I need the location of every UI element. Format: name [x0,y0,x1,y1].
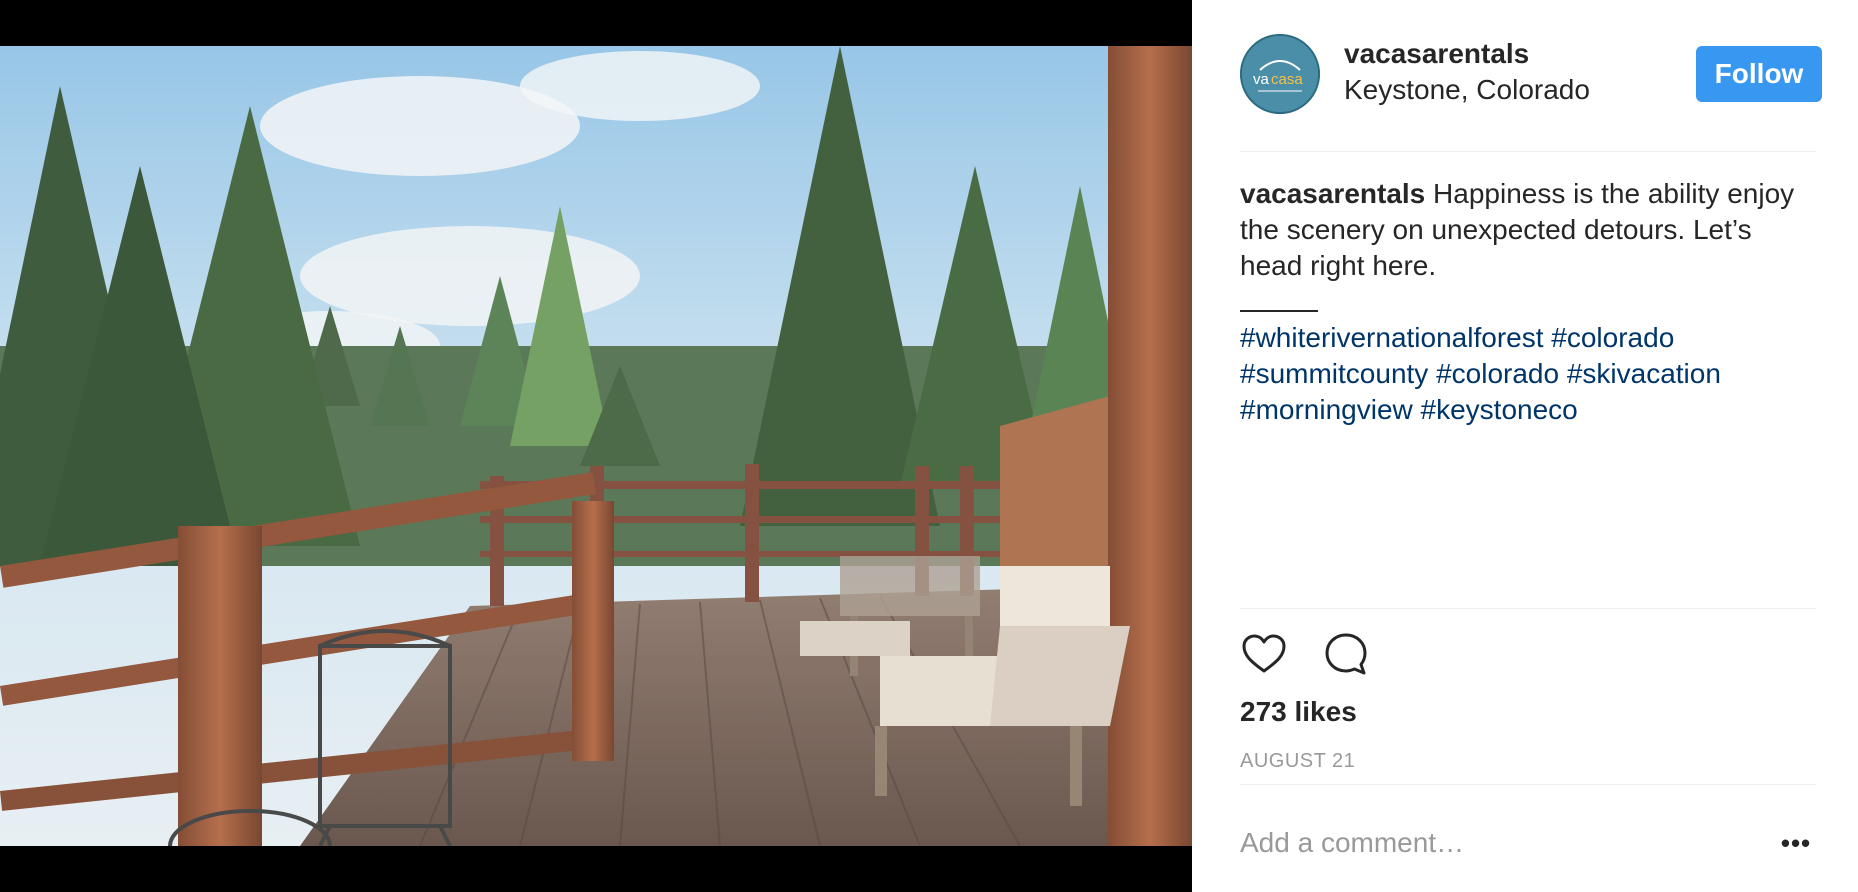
post-date: AUGUST 21 [1240,750,1356,772]
hashtag-link[interactable]: #morningview [1240,394,1413,425]
actions-divider [1240,608,1816,609]
caption-author[interactable]: vacasarentals [1240,178,1425,209]
hashtag-link[interactable]: #whiterivernationalforest [1240,322,1544,353]
hashtag-link[interactable]: #colorado [1436,358,1559,389]
post-photo[interactable] [0,46,1192,846]
post-caption: vacasarentals Happiness is the ability e… [1240,176,1810,284]
caption-divider [1240,310,1318,312]
likes-count[interactable]: 273 likes [1240,694,1357,730]
post-header-divider [1240,0,1816,152]
hashtags: #whiterivernationalforest #colorado #sum… [1240,320,1810,428]
comment-divider [1240,784,1816,785]
hashtag-link[interactable]: #summitcounty [1240,358,1428,389]
post-info-pane: va casa vacasarentals Keystone, Colorado… [1192,0,1858,892]
heart-icon[interactable] [1240,630,1288,678]
hashtag-link[interactable]: #skivacation [1567,358,1721,389]
speech-bubble-icon[interactable] [1322,630,1370,678]
media-pane [0,0,1192,892]
comment-input[interactable] [1240,816,1750,870]
hashtag-link[interactable]: #colorado [1551,322,1674,353]
deck-forest-photo [0,46,1192,846]
ellipsis-icon[interactable]: ••• [1776,826,1816,860]
hashtag-link[interactable]: #keystoneco [1421,394,1578,425]
